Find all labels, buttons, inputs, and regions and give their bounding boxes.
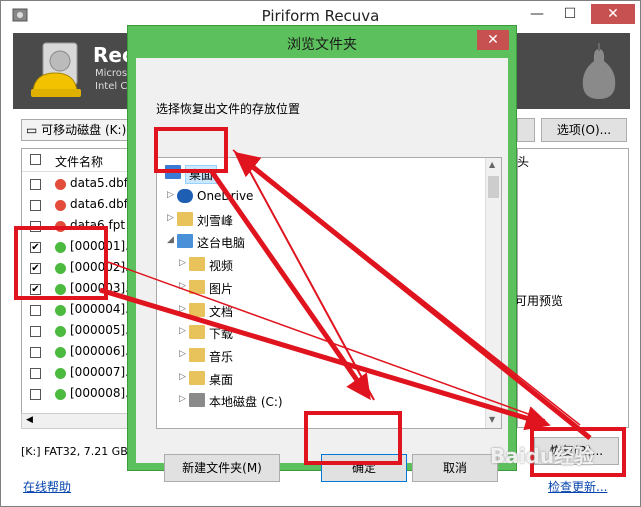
annotation-arrows: [99, 149, 592, 440]
arrow-files-to-recover: [99, 287, 551, 431]
arrow-line-ok-to-desktop: [247, 167, 375, 401]
arrow-desktop-to-ok: [209, 170, 371, 401]
arrow-recover-to-desktop: [234, 151, 592, 440]
arrow-line-files-to-recover: [107, 261, 546, 421]
baidu-watermark: Baidu经验: [490, 444, 595, 468]
